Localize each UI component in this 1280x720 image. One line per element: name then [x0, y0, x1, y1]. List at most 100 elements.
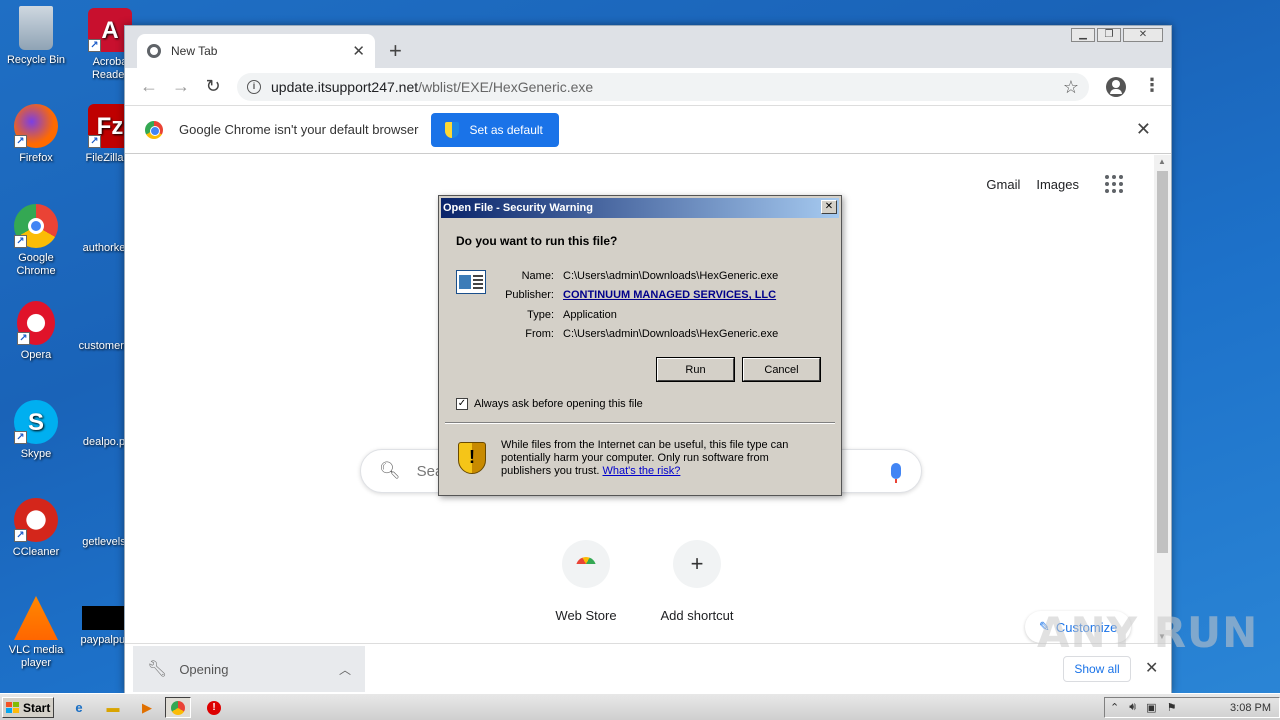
vlc-icon: [14, 596, 58, 640]
images-link[interactable]: Images: [1036, 177, 1079, 192]
tab-new-tab[interactable]: New Tab ✕: [137, 34, 375, 68]
desktop-icon-label: dealpo.p: [82, 436, 126, 448]
shortcut-web-store[interactable]: Web Store: [531, 540, 641, 623]
search-icon: 🔍︎: [379, 461, 401, 480]
scroll-up-arrow-icon[interactable]: ▲: [1158, 157, 1166, 166]
infobar-text: Google Chrome isn't your default browser: [179, 122, 419, 137]
web-store-icon: [562, 540, 610, 588]
back-arrow-icon[interactable]: ←: [133, 76, 165, 97]
show-all-button[interactable]: Show all: [1063, 656, 1131, 682]
windows-logo-icon: [6, 701, 20, 714]
desktop-icon-label: Skype: [20, 448, 52, 460]
dialog-question: Do you want to run this file?: [456, 234, 618, 248]
menu-kebab-icon[interactable]: ⋮: [1143, 76, 1161, 94]
download-item[interactable]: 🔧︎ Opening ︿: [133, 646, 365, 692]
restore-button[interactable]: ❐: [1097, 28, 1121, 42]
file-name-row: Name: C:\Users\admin\Downloads\HexGeneri…: [521, 269, 779, 282]
desktop-icon-ccleaner[interactable]: ↗ CCleaner: [0, 498, 72, 559]
dialog-close-button[interactable]: ✕: [821, 200, 837, 214]
desktop-icon-recycle-bin[interactable]: Recycle Bin: [0, 6, 72, 67]
opera-icon: ↗: [17, 301, 55, 345]
from-value: C:\Users\admin\Downloads\HexGeneric.exe: [563, 328, 779, 341]
download-shelf: 🔧︎ Opening ︿ Show all ✕: [125, 643, 1171, 694]
action-center-flag-icon[interactable]: ⚑: [1167, 701, 1177, 714]
tab-strip: New Tab ✕ + ▁ ❐ ✕: [125, 26, 1171, 68]
set-as-default-button[interactable]: Set as default: [431, 112, 559, 147]
desktop-icon-label: customers: [78, 340, 130, 352]
page-scrollbar[interactable]: ▲ ▼: [1154, 155, 1171, 643]
top-links: Gmail Images: [986, 175, 1123, 193]
url-host: update.itsupport247.net: [271, 79, 419, 95]
scrollbar-thumb[interactable]: [1157, 171, 1168, 553]
whats-the-risk-link[interactable]: What's the risk?: [603, 465, 681, 477]
uac-shield-icon: [445, 121, 460, 138]
publisher-row: Publisher: CONTINUUM MANAGED SERVICES, L…: [505, 289, 777, 302]
desktop-icon-label: Firefox: [19, 152, 53, 164]
desktop-icon-chrome[interactable]: ↗ Google Chrome: [0, 204, 72, 278]
dialog-title: Open File - Security Warning: [441, 198, 839, 218]
download-status: Opening: [179, 661, 229, 677]
dialog-divider: [445, 422, 835, 424]
network-icon[interactable]: ▣: [1146, 701, 1156, 714]
checkbox-checkmark-icon[interactable]: ✓: [456, 398, 468, 410]
desktop-icon-label: Recycle Bin: [6, 54, 66, 66]
start-button[interactable]: Start: [2, 697, 54, 718]
download-shelf-close-icon[interactable]: ✕: [1145, 658, 1158, 678]
desktop-icon-opera[interactable]: ↗ Opera: [0, 301, 72, 362]
chrome-logo-icon: [145, 120, 163, 139]
minimize-button[interactable]: ▁: [1071, 28, 1095, 42]
publisher-link[interactable]: CONTINUUM MANAGED SERVICES, LLC: [563, 289, 776, 301]
desktop-icon-label: Opera: [20, 349, 52, 361]
globe-icon: [147, 44, 161, 58]
wrench-icon: 🔧︎: [147, 661, 168, 678]
system-tray: ⌃ 🔊︎ ▣ ⚑ 3:08 PM: [1104, 697, 1280, 718]
desktop-icon-firefox[interactable]: ↗ Firefox: [0, 104, 72, 165]
reload-icon[interactable]: ↻: [197, 76, 229, 97]
site-info-icon[interactable]: i: [247, 80, 261, 94]
close-window-button[interactable]: ✕: [1123, 28, 1163, 42]
microphone-icon[interactable]: [891, 463, 901, 483]
ccleaner-icon: ↗: [14, 498, 58, 542]
cancel-button[interactable]: Cancel: [742, 357, 821, 382]
desktop-icon-label: authorke: [82, 242, 126, 254]
address-bar[interactable]: i update.itsupport247.net/wblist/EXE/Hex…: [237, 73, 1089, 101]
folder-icon[interactable]: ▬: [100, 697, 126, 718]
clock[interactable]: 3:08 PM: [1230, 702, 1271, 714]
desktop-icon-label: VLC media player: [8, 644, 64, 669]
window-controls: ▁ ❐ ✕: [1071, 28, 1163, 42]
url-path: /wblist/EXE/HexGeneric.exe: [418, 79, 594, 95]
desktop-icon-label: paypalpul: [80, 634, 128, 646]
internet-explorer-icon[interactable]: e: [66, 697, 92, 718]
desktop-icon-skype[interactable]: S ↗ Skype: [0, 400, 72, 461]
volume-icon[interactable]: 🔊︎: [1129, 701, 1136, 714]
browser-toolbar: ← → ↻ i update.itsupport247.net/wblist/E…: [125, 68, 1171, 106]
security-app-icon[interactable]: !: [201, 697, 227, 718]
tray-expand-icon[interactable]: ⌃: [1110, 701, 1119, 714]
desktop-icon-label: Acroba Reader: [91, 56, 129, 81]
file-icon: [82, 316, 126, 336]
bookmark-star-icon[interactable]: ☆: [1063, 77, 1079, 98]
profile-avatar-icon[interactable]: [1106, 77, 1126, 97]
file-icon: [82, 606, 126, 630]
file-details: Name: C:\Users\admin\Downloads\HexGeneri…: [499, 266, 778, 344]
checkbox-label: Always ask before opening this file: [474, 398, 643, 410]
file-icon: [82, 512, 126, 532]
plus-icon: +: [673, 540, 721, 588]
chrome-taskbar-icon[interactable]: [165, 697, 191, 718]
always-ask-checkbox[interactable]: ✓ Always ask before opening this file: [456, 398, 643, 410]
media-player-icon[interactable]: ▶: [134, 697, 160, 718]
type-value: Application: [563, 308, 617, 321]
desktop-icon-label: getlevels: [82, 536, 126, 548]
desktop-icon-label: CCleaner: [12, 546, 60, 558]
tab-close-icon[interactable]: ✕: [352, 42, 365, 60]
infobar-close-icon[interactable]: ✕: [1136, 119, 1151, 140]
apps-grid-icon[interactable]: [1105, 175, 1123, 193]
desktop-icon-vlc[interactable]: VLC media player: [0, 596, 72, 670]
run-button[interactable]: Run: [656, 357, 735, 382]
shortcut-add[interactable]: + Add shortcut: [642, 540, 752, 623]
shortcut-label: Web Store: [555, 608, 617, 623]
new-tab-plus-icon[interactable]: +: [389, 38, 402, 64]
forward-arrow-icon[interactable]: →: [165, 76, 197, 97]
gmail-link[interactable]: Gmail: [986, 177, 1020, 192]
chevron-up-icon[interactable]: ︿: [339, 661, 351, 678]
